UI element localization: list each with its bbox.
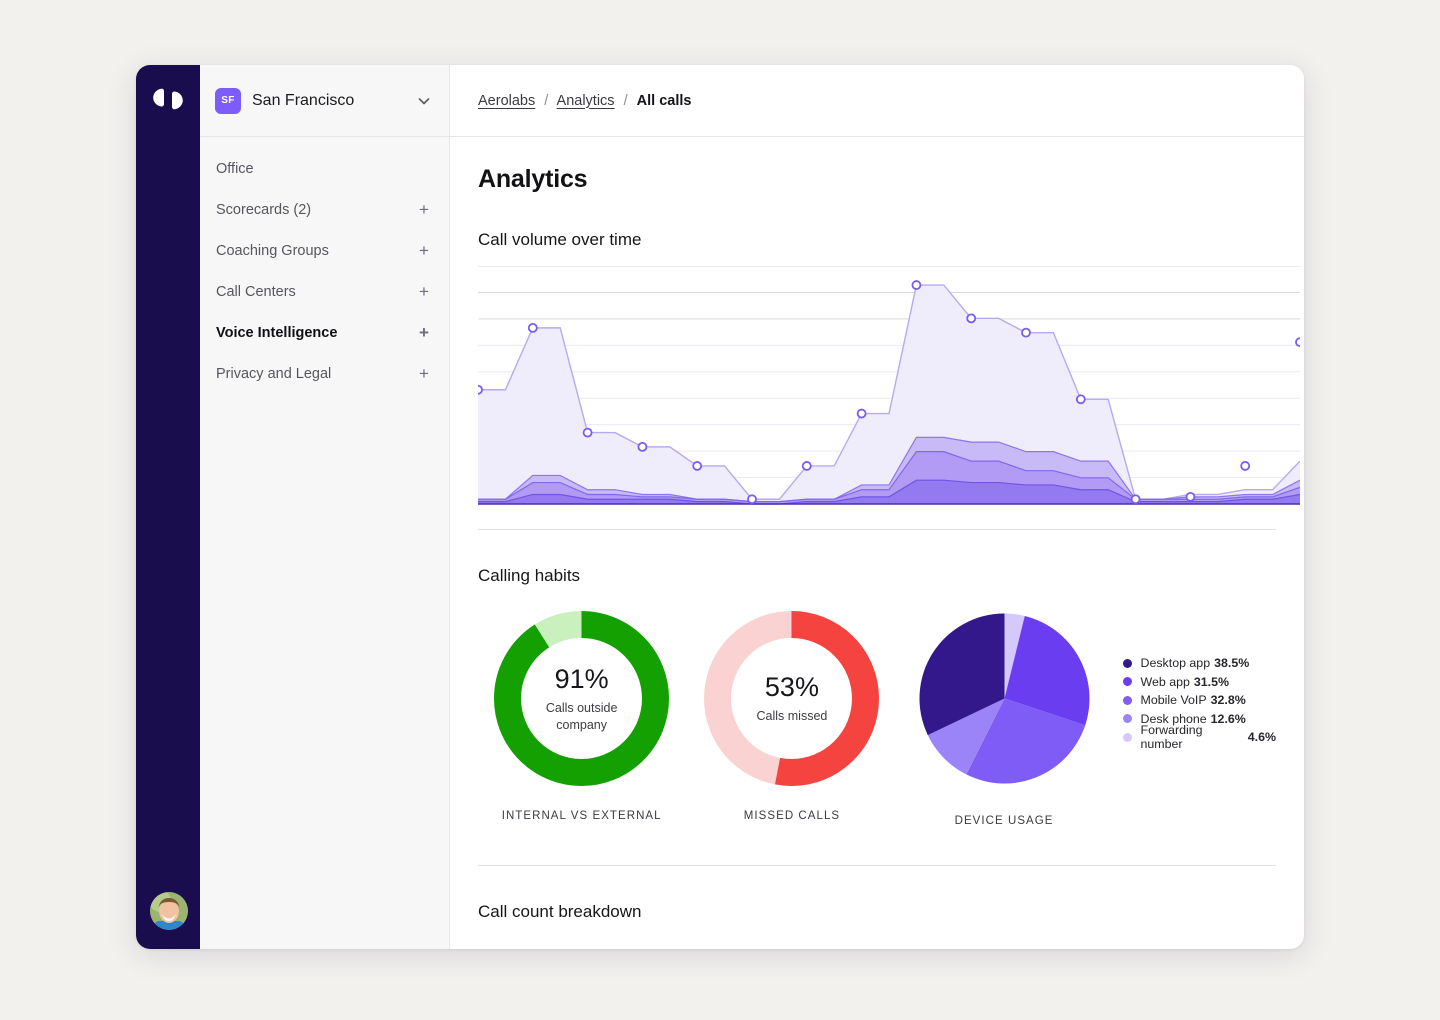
legend-swatch-icon xyxy=(1123,733,1132,742)
legend-label: Desktop app xyxy=(1141,656,1211,670)
page-title: Analytics xyxy=(478,165,1276,194)
donut-caption: MISSED CALLS xyxy=(688,810,895,822)
legend-swatch-icon xyxy=(1123,696,1132,705)
legend-item[interactable]: Web app 31.5% xyxy=(1123,673,1276,692)
breadcrumb: Aerolabs / Analytics / All calls xyxy=(478,93,691,109)
plus-icon[interactable]: + xyxy=(417,283,431,300)
sidebar-item-scorecards[interactable]: Scorecards (2) + xyxy=(200,189,449,230)
legend-value: 31.5% xyxy=(1194,675,1229,689)
breadcrumb-item-all-calls: All calls xyxy=(637,93,692,109)
breadcrumb-separator: / xyxy=(624,93,628,109)
legend-swatch-icon xyxy=(1123,714,1132,723)
legend-item[interactable]: Forwarding number 4.6% xyxy=(1123,728,1276,747)
legend-item[interactable]: Mobile VoIP 32.8% xyxy=(1123,691,1276,710)
pie-caption: DEVICE USAGE xyxy=(912,815,1097,827)
legend-label: Forwarding number xyxy=(1141,723,1244,751)
legend-label: Web app xyxy=(1141,675,1190,689)
main-area: Aerolabs / Analytics / All calls Analyti… xyxy=(450,65,1304,949)
app-window: SF San Francisco Office Scorecards (2) +… xyxy=(136,65,1304,949)
sidebar-item-label: Voice Intelligence xyxy=(216,325,417,341)
legend-swatch-icon xyxy=(1123,677,1132,686)
pie-legend: Desktop app 38.5% Web app 31.5% Mobile V… xyxy=(1123,611,1276,747)
sidebar-item-voice-intelligence[interactable]: Voice Intelligence + xyxy=(200,312,449,353)
sidebar: SF San Francisco Office Scorecards (2) +… xyxy=(200,65,450,949)
topbar: Aerolabs / Analytics / All calls xyxy=(450,65,1304,137)
legend-label: Mobile VoIP xyxy=(1141,693,1207,707)
app-rail xyxy=(136,65,200,949)
sidebar-nav: Office Scorecards (2) + Coaching Groups … xyxy=(200,137,449,394)
calling-habits-row: 91% Calls outside company INTERNAL VS EX… xyxy=(478,611,1276,827)
sidebar-item-label: Call Centers xyxy=(216,284,417,300)
sidebar-item-office[interactable]: Office xyxy=(200,148,449,189)
pie-device-usage[interactable]: DEVICE USAGE xyxy=(912,611,1097,827)
section-title-calling-habits: Calling habits xyxy=(478,566,1276,586)
section-divider xyxy=(478,865,1276,866)
page-content: Analytics Call volume over time Calling … xyxy=(450,137,1304,949)
sidebar-item-coaching-groups[interactable]: Coaching Groups + xyxy=(200,230,449,271)
breadcrumb-item-analytics[interactable]: Analytics xyxy=(557,93,615,109)
legend-item[interactable]: Desktop app 38.5% xyxy=(1123,654,1276,673)
workspace-badge: SF xyxy=(215,88,241,114)
breadcrumb-item-aerolabs[interactable]: Aerolabs xyxy=(478,93,535,109)
donut-caption: INTERNAL VS EXTERNAL xyxy=(478,810,685,822)
workspace-name: San Francisco xyxy=(252,92,417,110)
sidebar-item-label: Privacy and Legal xyxy=(216,366,417,382)
sidebar-item-privacy-and-legal[interactable]: Privacy and Legal + xyxy=(200,353,449,394)
workspace-switcher[interactable]: SF San Francisco xyxy=(200,65,449,137)
chevron-down-icon xyxy=(417,94,431,108)
legend-value: 38.5% xyxy=(1214,656,1249,670)
sidebar-item-label: Scorecards (2) xyxy=(216,202,417,218)
legend-swatch-icon xyxy=(1123,659,1132,668)
plus-icon[interactable]: + xyxy=(417,324,431,341)
sidebar-item-label: Office xyxy=(216,161,431,177)
call-volume-chart[interactable] xyxy=(478,266,1276,511)
section-title-call-volume: Call volume over time xyxy=(478,230,1276,250)
avatar[interactable] xyxy=(150,892,188,930)
donut-missed-calls[interactable]: 53% Calls missed MISSED CALLS xyxy=(688,611,895,822)
section-title-call-count-breakdown: Call count breakdown xyxy=(478,902,1276,922)
legend-value: 32.8% xyxy=(1211,693,1246,707)
donut-internal-vs-external[interactable]: 91% Calls outside company INTERNAL VS EX… xyxy=(478,611,685,822)
plus-icon[interactable]: + xyxy=(417,365,431,382)
sidebar-item-label: Coaching Groups xyxy=(216,243,417,259)
dialpad-logo-icon[interactable] xyxy=(136,88,200,110)
sidebar-item-call-centers[interactable]: Call Centers + xyxy=(200,271,449,312)
section-divider xyxy=(478,529,1276,530)
breadcrumb-separator: / xyxy=(544,93,548,109)
legend-value: 4.6% xyxy=(1248,730,1276,744)
plus-icon[interactable]: + xyxy=(417,242,431,259)
plus-icon[interactable]: + xyxy=(417,201,431,218)
